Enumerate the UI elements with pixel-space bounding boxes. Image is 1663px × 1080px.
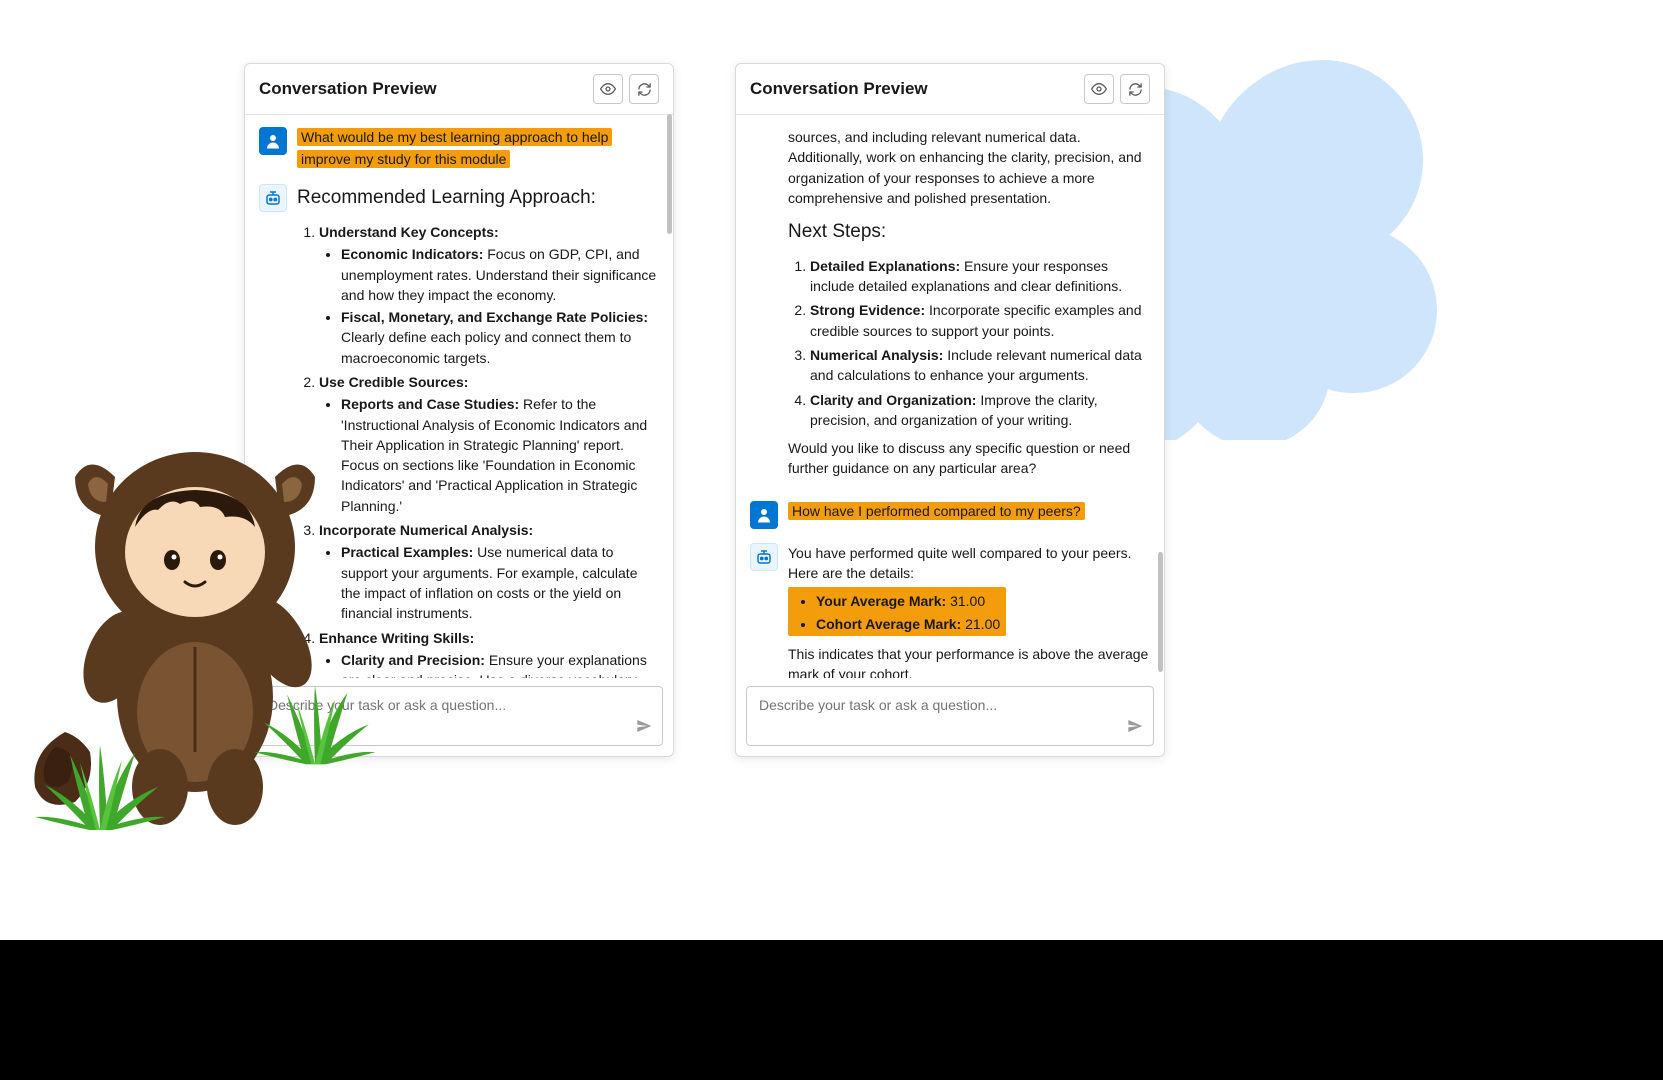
preview-button[interactable] [593,74,623,104]
conversation-panel-left: Conversation Preview What would be my be… [244,63,674,757]
send-icon [636,718,652,734]
recommendation-list: Understand Key Concepts: Economic Indica… [297,222,659,678]
grass-tuft [30,745,170,840]
panel-body: sources, and including relevant numerica… [736,115,1164,678]
conversation-panel-right: Conversation Preview sources, and includ… [735,63,1165,757]
message-input[interactable]: Describe your task or ask a question... [746,686,1154,746]
bot-heading: Recommended Learning Approach: [297,184,659,212]
scrollbar[interactable] [1157,110,1164,676]
list-item: Enhance Writing Skills: Clarity and Prec… [319,628,659,678]
list-item: Detailed Explanations: Ensure your respo… [810,256,1150,297]
list-item: Clarity and Organization: Improve the cl… [810,390,1150,431]
list-item: Strong Evidence: Incorporate specific ex… [810,300,1150,341]
next-steps-list: Detailed Explanations: Ensure your respo… [788,256,1150,430]
list-item: Numerical Analysis: Include relevant num… [810,345,1150,386]
user-question-text: What would be my best learning approach … [297,128,612,168]
next-steps-heading: Next Steps: [788,218,1150,246]
refresh-icon [1128,82,1143,97]
eye-icon [1091,81,1107,97]
send-button[interactable] [636,718,652,737]
eye-icon [600,81,616,97]
input-placeholder: Describe your task or ask a question... [759,697,997,713]
bot-icon [755,548,773,566]
message-input[interactable]: Describe your task or ask a question... [255,686,663,746]
bot-avatar [259,184,287,212]
user-icon [755,506,773,524]
send-icon [1127,718,1143,734]
list-item: Understand Key Concepts: Economic Indica… [319,222,659,368]
refresh-button[interactable] [629,74,659,104]
performance-summary: This indicates that your performance is … [788,644,1150,678]
send-button[interactable] [1127,718,1143,737]
panel-body: What would be my best learning approach … [245,115,673,678]
list-item: Use Credible Sources: Reports and Case S… [319,372,659,516]
performance-highlight: Your Average Mark: 31.00 Cohort Average … [788,587,1006,636]
scrollbar[interactable] [666,110,673,676]
footer-strip [0,940,1663,1080]
user-message: How have I performed compared to my peer… [788,501,1150,529]
panel-header: Conversation Preview [736,64,1164,115]
refresh-button[interactable] [1120,74,1150,104]
list-item: Incorporate Numerical Analysis: Practica… [319,520,659,623]
performance-intro: You have performed quite well compared t… [788,543,1150,584]
panel-title: Conversation Preview [750,79,928,99]
followup-text: Would you like to discuss any specific q… [788,438,1150,479]
bot-icon [264,189,282,207]
panel-header: Conversation Preview [245,64,673,115]
user-avatar [750,501,778,529]
continuation-text: sources, and including relevant numerica… [788,127,1150,208]
user-avatar [259,127,287,155]
panel-title: Conversation Preview [259,79,437,99]
preview-button[interactable] [1084,74,1114,104]
refresh-icon [637,82,652,97]
bot-avatar [750,543,778,571]
input-placeholder: Describe your task or ask a question... [268,697,506,713]
user-icon [264,132,282,150]
user-message: What would be my best learning approach … [297,127,659,170]
user-question-text: How have I performed compared to my peer… [788,502,1085,520]
